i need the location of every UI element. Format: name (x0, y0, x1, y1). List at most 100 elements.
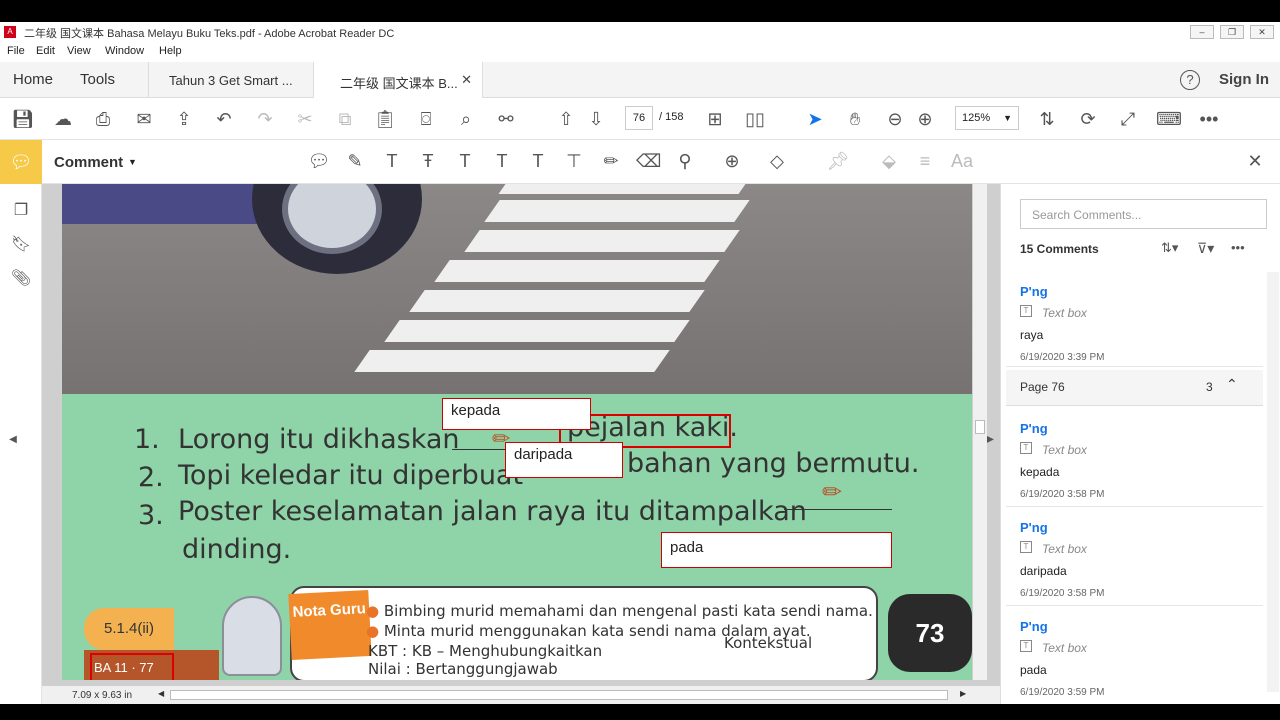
more-options-icon[interactable]: ••• (1231, 240, 1245, 255)
astronaut-illustration (222, 596, 282, 676)
scroll-left-icon[interactable]: ◀ (158, 689, 164, 698)
pencil-icon: ✏ (822, 479, 843, 506)
full-screen-icon[interactable]: ⤢ (1116, 107, 1140, 131)
comment-card[interactable]: P'ng T Text box pada 6/19/2020 3:59 PM (1006, 607, 1263, 704)
upload-cloud-icon[interactable]: ☁ (51, 107, 75, 131)
bullet-dot-icon: ● (366, 602, 384, 620)
add-text-comment-icon[interactable]: T (526, 149, 550, 173)
redo-icon[interactable]: ↷ (253, 107, 277, 131)
comment-card[interactable]: P'ng T Text box kepada 6/19/2020 3:58 PM (1006, 409, 1263, 507)
stamp-icon[interactable]: ⚲ (673, 149, 697, 173)
menu-file[interactable]: File (7, 45, 25, 57)
page-group-header[interactable]: Page 76 3 ⌃ (1006, 370, 1263, 406)
email-icon[interactable]: ✉ (132, 107, 156, 131)
chevron-down-icon[interactable]: ▼ (128, 157, 137, 167)
strikethrough-text-icon[interactable]: Ŧ (416, 149, 440, 173)
exercise-line-2-number: 2. (138, 462, 164, 493)
horizontal-scroll-thumb[interactable] (170, 690, 948, 700)
text-box-annotation-daripada[interactable]: daripada (505, 442, 623, 478)
zoom-select[interactable]: 125% ▼ (955, 106, 1019, 130)
zoom-in-icon[interactable]: ⊕ (913, 107, 937, 131)
cut-icon[interactable]: ✂ (293, 107, 317, 131)
comment-card[interactable]: P'ng T Text box raya 6/19/2020 3:39 PM (1006, 272, 1263, 367)
share-icon[interactable]: ⇪ (172, 107, 196, 131)
vertical-scroll-thumb[interactable] (975, 420, 985, 434)
line-style-icon[interactable]: ≡ (913, 149, 937, 173)
menu-help[interactable]: Help (159, 45, 182, 57)
hand-tool-icon[interactable]: ✋︎ (843, 107, 867, 131)
tab-tools[interactable]: Tools (80, 71, 115, 88)
search-icon[interactable]: ⌕ (454, 107, 478, 131)
fit-page-icon[interactable]: ⊞ (703, 107, 727, 131)
bookmarks-icon[interactable]: 🔖︎ (10, 234, 32, 256)
comment-menu-label[interactable]: Comment (54, 154, 123, 171)
page-layout-icon[interactable]: ▯▯ (743, 107, 767, 131)
previous-page-icon[interactable]: ⇧ (554, 107, 578, 131)
fill-color-icon[interactable]: ⬙ (877, 149, 901, 173)
close-comment-toolbar-icon[interactable]: ✕ (1243, 149, 1267, 173)
undo-icon[interactable]: ↶ (212, 107, 236, 131)
minimize-button[interactable]: – (1190, 25, 1214, 39)
page-number-input[interactable]: 76 (625, 106, 653, 130)
restore-button[interactable]: ❐ (1220, 25, 1244, 39)
sign-in-button[interactable]: Sign In (1219, 71, 1269, 88)
menu-edit[interactable]: Edit (36, 45, 55, 57)
help-icon[interactable]: ? (1180, 70, 1200, 90)
crosswalk-stripe (434, 260, 720, 282)
exercise-line-3-text: Poster keselamatan jalan raya itu ditamp… (178, 496, 807, 527)
copy-icon[interactable]: ⧉ (333, 107, 357, 131)
text-box-annotation-pada[interactable]: pada (661, 532, 892, 568)
standard-tag: 5.1.4(ii) (84, 608, 174, 650)
snapshot-icon[interactable]: ⌼ (414, 107, 438, 131)
eraser-icon[interactable]: ⌫ (636, 149, 661, 173)
filter-icon[interactable]: ⊽▾ (1197, 240, 1214, 257)
highlight-icon[interactable]: ✎ (343, 149, 367, 173)
selection-rectangle[interactable] (90, 653, 174, 680)
menu-view[interactable]: View (67, 45, 91, 57)
close-tab-icon[interactable]: ✕ (461, 72, 472, 88)
tab-home[interactable]: Home (13, 71, 53, 88)
replace-text-icon[interactable]: T (453, 149, 477, 173)
font-style-icon[interactable]: Aa (950, 149, 974, 173)
comment-card[interactable]: P'ng T Text box daripada 6/19/2020 3:58 … (1006, 508, 1263, 606)
tab-document-1-label: Tahun 3 Get Smart ... (169, 73, 293, 88)
attachments-icon[interactable]: 📎︎ (10, 268, 32, 290)
collapse-right-panel-icon[interactable]: ▶ (986, 434, 994, 445)
print-icon[interactable]: ⎙ (91, 107, 115, 131)
paste-icon[interactable]: 📋︎ (373, 107, 397, 131)
text-box-icon[interactable]: ⊤ (562, 149, 586, 173)
document-view[interactable]: 1. Lorong itu dikhaskan pejalan kaki. 2.… (42, 184, 1000, 704)
menu-window[interactable]: Window (105, 45, 144, 57)
search-comments-input[interactable]: Search Comments... (1020, 199, 1267, 229)
find-binoculars-icon[interactable]: ⚯ (494, 107, 518, 131)
read-mode-icon[interactable]: ⌨ (1156, 107, 1182, 131)
comment-type: Text box (1042, 641, 1087, 655)
tab-document-1[interactable]: Tahun 3 Get Smart ... (148, 62, 313, 98)
shapes-icon[interactable]: ◇ (765, 149, 789, 173)
title-bar: A 二年级 国文课本 Bahasa Melayu Buku Teks.pdf -… (0, 22, 1280, 42)
zoom-out-icon[interactable]: ⊖ (883, 107, 907, 131)
comments-scrollbar[interactable] (1267, 272, 1279, 692)
sticky-note-icon[interactable]: 💬︎ (307, 149, 331, 173)
vertical-scrollbar[interactable] (973, 184, 987, 680)
scrolling-mode-icon[interactable]: ⇅ (1035, 107, 1059, 131)
text-box-annotation-kepada[interactable]: kepada (442, 398, 591, 430)
pencil-icon[interactable]: ✏ (599, 149, 623, 173)
more-tools-icon[interactable]: ••• (1197, 107, 1221, 131)
sort-icon[interactable]: ⇅▾ (1161, 240, 1178, 256)
page-thumbnails-icon[interactable]: ❐ (10, 200, 32, 222)
chevron-up-icon[interactable]: ⌃ (1226, 376, 1238, 393)
scroll-right-icon[interactable]: ▶ (960, 689, 966, 698)
underline-text-icon[interactable]: T (380, 149, 404, 173)
select-tool-icon[interactable]: ➤ (803, 107, 827, 131)
tab-document-2[interactable]: 二年级 国文课本 B... ✕ (313, 62, 483, 99)
insert-text-icon[interactable]: T (490, 149, 514, 173)
nota-guru-label: Nota Guru (288, 589, 372, 661)
collapse-left-panel-icon[interactable]: ◀ (2, 434, 24, 456)
attach-file-icon[interactable]: ⊕ (720, 149, 744, 173)
close-window-button[interactable]: ✕ (1250, 25, 1274, 39)
save-icon[interactable]: 💾︎ (11, 107, 35, 131)
pin-icon[interactable]: 📌︎ (826, 149, 850, 173)
next-page-icon[interactable]: ⇩ (584, 107, 608, 131)
rotate-icon[interactable]: ⟳ (1076, 107, 1100, 131)
